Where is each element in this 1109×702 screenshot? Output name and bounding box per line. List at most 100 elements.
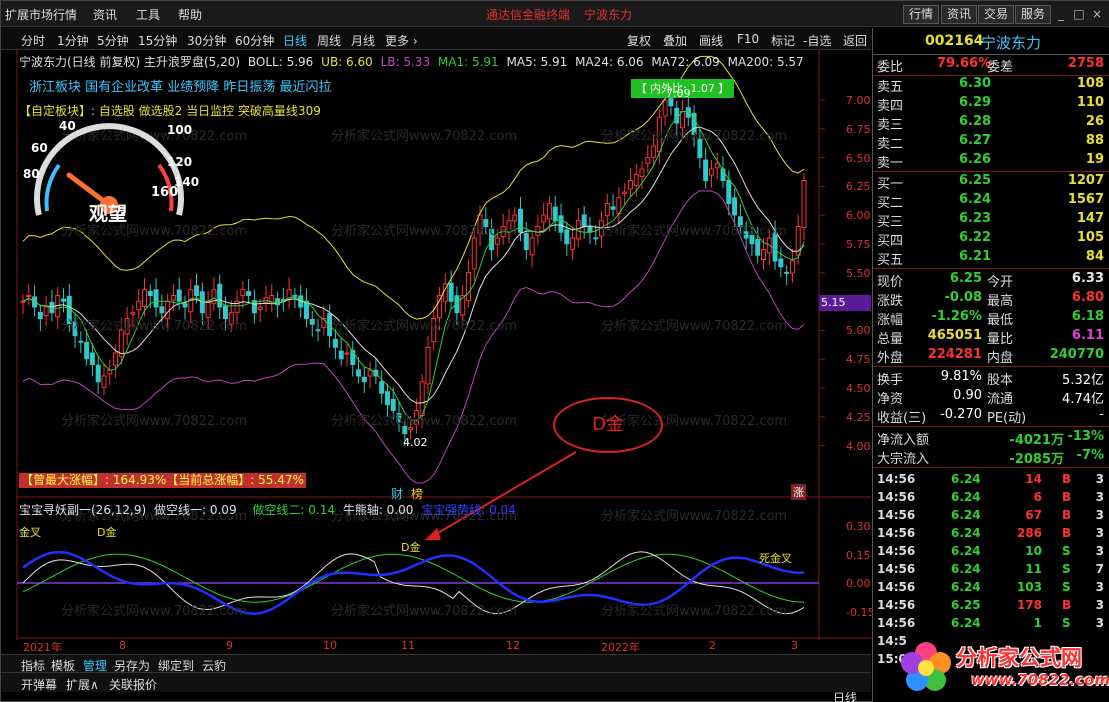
fund-value: - — [1099, 407, 1104, 422]
divider — [873, 366, 1109, 367]
price-axis-label: 4.00 — [846, 439, 871, 453]
tick-volume: 67 — [1025, 508, 1042, 522]
close-icon[interactable]: × — [1089, 5, 1105, 23]
bid-volume: 1567 — [1067, 192, 1104, 207]
bid-price: 6.24 — [959, 192, 992, 207]
menu-tools[interactable]: 工具 — [136, 6, 160, 23]
candle-body — [587, 226, 593, 233]
ask-row[interactable]: 卖一 6.26 19 — [873, 152, 1109, 171]
candle-body — [726, 179, 732, 204]
finance-badge[interactable]: 财 — [391, 485, 403, 502]
button-news[interactable]: 资讯 — [941, 5, 978, 24]
tick-price: 6.25 — [951, 598, 981, 612]
toggle-extend[interactable]: 扩展∧ — [66, 676, 99, 693]
stat-label: 内盘 — [987, 351, 1014, 366]
candle-body — [130, 312, 136, 315]
bid-row[interactable]: 买四 6.22 105 — [873, 230, 1109, 249]
candle-body — [384, 391, 390, 406]
period-15min[interactable]: 15分钟 — [138, 32, 177, 49]
bid-row[interactable]: 买一 6.25 1207 — [873, 173, 1109, 192]
candle-body — [26, 295, 32, 297]
tick-side: B — [1062, 526, 1072, 540]
period-1min[interactable]: 1分钟 — [57, 32, 89, 49]
minimize-icon[interactable]: _ — [1053, 5, 1069, 23]
overlay-info-line: 宁波东力(日线 前复权) 主升浪罗盘(5,20) BOLL: 5.96 UB: … — [19, 53, 804, 70]
period-monthly[interactable]: 月线 — [351, 32, 375, 49]
ask-label: 卖三 — [877, 118, 904, 133]
tick-side: S — [1062, 544, 1071, 558]
limit-up-badge[interactable]: 涨 — [791, 484, 806, 500]
gauge-tick-100: 100 — [167, 123, 193, 137]
candle-body — [113, 352, 119, 366]
gauge-tick-80: 80 — [23, 167, 40, 181]
button-f10[interactable]: F10 — [737, 32, 759, 46]
candle-body — [205, 300, 211, 319]
stat-value: 465051 — [927, 328, 982, 343]
ma72-value: MA72: 6.09 — [651, 55, 720, 69]
tick-price: 6.24 — [951, 544, 981, 558]
stat-label: 涨跌 — [877, 294, 904, 309]
candle-body — [78, 340, 84, 343]
button-overlay[interactable]: 叠加 — [663, 32, 687, 49]
menubar: 扩展市场行情 资讯 工具 帮助 通达信金融终端 宁波东力 行情 资讯 交易 服务… — [1, 1, 1109, 27]
button-trade[interactable]: 交易 — [978, 5, 1015, 24]
bid-row[interactable]: 买三 6.23 147 — [873, 211, 1109, 230]
watermark-text: 分析家公式网www.70822.com — [601, 603, 787, 619]
price-axis-label: 5.50 — [846, 266, 871, 280]
tick-volume: 14 — [1025, 472, 1042, 486]
tick-count: 3 — [1095, 580, 1104, 594]
toggle-linked-quote[interactable]: 关联报价 — [109, 676, 157, 693]
flow-value: -4021万 — [1009, 433, 1064, 448]
candle-body — [141, 289, 147, 307]
menu-extend-market[interactable]: 扩展市场行情 — [5, 6, 77, 23]
time-axis-label: 12 — [506, 639, 520, 652]
button-back[interactable]: 返回 — [843, 32, 867, 49]
period-30min[interactable]: 30分钟 — [187, 32, 226, 49]
ask-row[interactable]: 卖五 6.30 108 — [873, 76, 1109, 95]
candle-body — [518, 208, 524, 233]
fund-label: PE(动) — [987, 411, 1027, 426]
ask-row[interactable]: 卖二 6.27 88 — [873, 133, 1109, 152]
bid-row[interactable]: 买五 6.21 84 — [873, 249, 1109, 268]
stat-label: 外盘 — [877, 351, 904, 366]
candle-body — [20, 300, 26, 303]
tick-count: 3 — [1095, 490, 1104, 504]
button-mark[interactable]: 标记 — [771, 32, 795, 49]
period-5min[interactable]: 5分钟 — [97, 32, 129, 49]
watermark-logo: 分析家公式网 www.70822.com — [896, 638, 1109, 698]
tick-side: B — [1062, 598, 1072, 612]
tick-price: 6.24 — [951, 526, 981, 540]
tick-count: 3 — [1095, 508, 1104, 522]
kline-chart[interactable]: 分析家公式网www.70822.com 分析家公式网www.70822.com 分析… — [1, 50, 874, 702]
flow-label: 大宗流入 — [877, 452, 930, 467]
time-axis-label: 9 — [226, 639, 233, 652]
gauge-tick-160: 160 — [151, 185, 179, 200]
ranking-badge[interactable]: 榜 — [411, 485, 423, 502]
period-timeshare[interactable]: 分时 — [21, 32, 45, 49]
ask-row[interactable]: 卖三 6.28 26 — [873, 114, 1109, 133]
watermark-text: 分析家公式网www.70822.com — [61, 318, 247, 334]
tick-time: 14:56 — [877, 490, 916, 504]
button-quotes[interactable]: 行情 — [903, 5, 940, 24]
menu-news[interactable]: 资讯 — [93, 6, 117, 23]
ask-row[interactable]: 卖四 6.29 110 — [873, 95, 1109, 114]
candle-body — [761, 249, 767, 260]
button-service[interactable]: 服务 — [1015, 5, 1052, 24]
menu-help[interactable]: 帮助 — [178, 6, 202, 23]
period-more[interactable]: 更多 › — [385, 32, 418, 49]
price-axis-label: 4.50 — [846, 382, 871, 395]
stat-label: 量比 — [987, 332, 1014, 347]
button-remove-watch[interactable]: -自选 — [803, 32, 831, 49]
bid-row[interactable]: 买二 6.24 1567 — [873, 192, 1109, 211]
stat-label: 总量 — [877, 332, 904, 347]
button-draw[interactable]: 画线 — [699, 32, 723, 49]
period-daily[interactable]: 日线 — [283, 32, 307, 49]
toggle-danmaku[interactable]: 开弹幕 — [21, 676, 57, 693]
period-weekly[interactable]: 周线 — [317, 32, 341, 49]
price-axis-label: 5.00 — [846, 324, 871, 338]
period-60min[interactable]: 60分钟 — [235, 32, 274, 49]
button-adjust[interactable]: 复权 — [627, 32, 651, 49]
maximize-icon[interactable]: □ — [1071, 5, 1087, 23]
order-ratio-label: 委比 — [877, 60, 904, 75]
candle-body — [471, 237, 477, 270]
